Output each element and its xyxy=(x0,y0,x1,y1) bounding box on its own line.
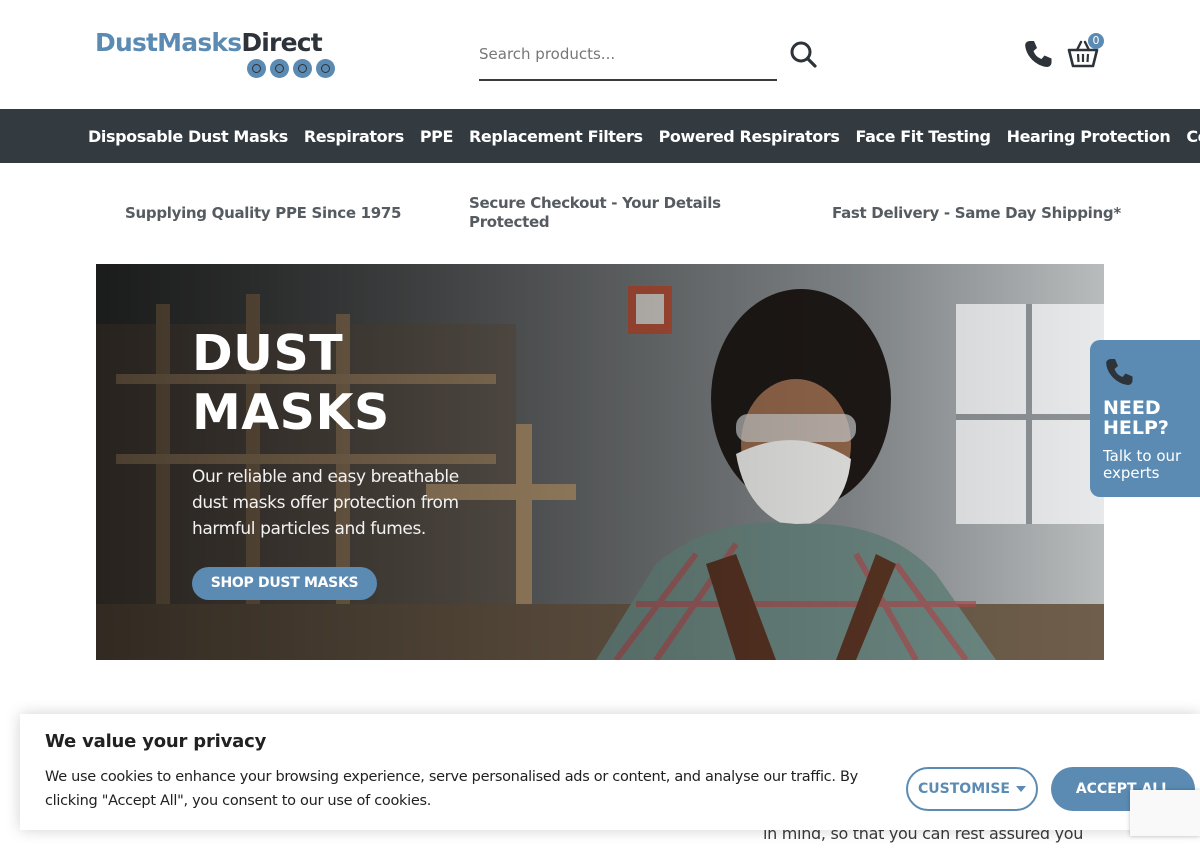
nav-item-powered-respirators[interactable]: Powered Respirators xyxy=(659,127,840,146)
need-help-title: NEED HELP? xyxy=(1103,397,1169,439)
search-icon[interactable] xyxy=(789,40,817,68)
search-input[interactable] xyxy=(479,34,769,74)
nav-item-contact[interactable]: Contact xyxy=(1186,127,1200,146)
hero-title: DUST MASKS xyxy=(192,325,390,441)
nav-list: Disposable Dust Masks Respirators PPE Re… xyxy=(88,109,1200,163)
shop-dust-masks-button[interactable]: SHOP DUST MASKS xyxy=(192,567,377,600)
cookie-description: We use cookies to enhance your browsing … xyxy=(45,769,858,809)
usp-fast-delivery: Fast Delivery - Same Day Shipping* xyxy=(832,204,1121,222)
hero-description: Our reliable and easy breathable dust ma… xyxy=(192,467,459,539)
nav-item-respirators[interactable]: Respirators xyxy=(304,127,404,146)
caret-down-icon xyxy=(1015,786,1026,792)
nav-item-replacement-filters[interactable]: Replacement Filters xyxy=(469,127,643,146)
cookie-title: We value your privacy xyxy=(45,731,267,752)
nav-item-hearing-protection[interactable]: Hearing Protection xyxy=(1007,127,1171,146)
hero-banner: DUST MASKS Our reliable and easy breatha… xyxy=(96,264,1104,660)
nav-item-face-fit-testing[interactable]: Face Fit Testing xyxy=(856,127,991,146)
search-bar xyxy=(479,34,777,81)
nav-item-ppe[interactable]: PPE xyxy=(420,127,454,146)
nav-item-disposable-dust-masks[interactable]: Disposable Dust Masks xyxy=(88,127,288,146)
logo-icons xyxy=(247,59,335,78)
logo-text: DustMasksDirect xyxy=(95,28,335,58)
main-nav: Disposable Dust Masks Respirators PPE Re… xyxy=(0,109,1200,163)
cookie-consent-banner: We value your privacy We use cookies to … xyxy=(20,714,1200,830)
customise-button[interactable]: CUSTOMISE xyxy=(906,767,1038,811)
site-logo[interactable]: DustMasksDirect xyxy=(95,28,335,84)
logo-part-2: Direct xyxy=(241,28,322,57)
recaptcha-badge[interactable] xyxy=(1130,790,1200,836)
usp-secure-checkout: Secure Checkout - Your Details Protected xyxy=(469,194,721,231)
logo-part-1: DustMasks xyxy=(95,28,242,57)
need-help-tab[interactable]: NEED HELP? Talk to our experts xyxy=(1090,340,1200,497)
cart-count-badge: 0 xyxy=(1088,33,1104,49)
phone-icon xyxy=(1106,359,1133,385)
customise-label: CUSTOMISE xyxy=(918,781,1010,797)
usp-since-1975: Supplying Quality PPE Since 1975 xyxy=(125,204,402,222)
phone-icon[interactable] xyxy=(1022,38,1054,70)
need-help-subtitle: Talk to our experts xyxy=(1103,447,1182,482)
site-header: DustMasksDirect 0 xyxy=(0,0,1200,109)
